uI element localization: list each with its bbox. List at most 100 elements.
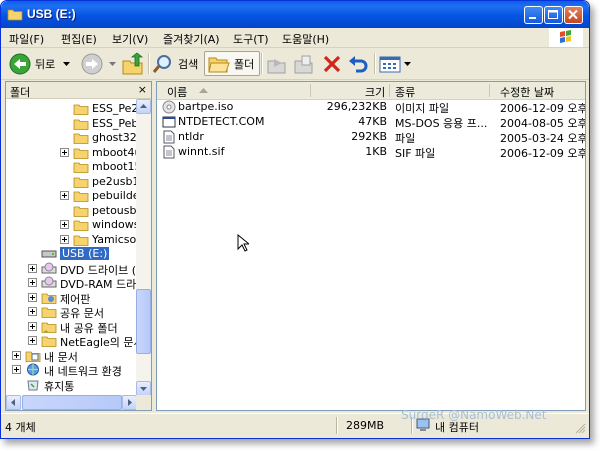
menu-tools[interactable]: 도구(T) — [233, 31, 269, 47]
scroll-down-button[interactable] — [136, 381, 151, 396]
file-modified: 2006-12-09 오후 ... — [500, 147, 586, 160]
tree-item[interactable]: windowss — [6, 217, 137, 232]
tree-item-label: windowss — [92, 218, 137, 231]
status-size: 289MB — [346, 419, 385, 432]
views-button[interactable] — [379, 51, 413, 76]
column-divider[interactable] — [389, 84, 390, 97]
close-button[interactable] — [564, 6, 583, 24]
scroll-left-button[interactable] — [6, 395, 21, 410]
undo-button[interactable] — [347, 51, 369, 76]
tree-item[interactable]: ESS_Pe2U — [6, 101, 137, 116]
file-row[interactable]: bartpe.iso296,232KB이미지 파일2006-12-09 오후 .… — [157, 99, 585, 115]
scroll-thumb[interactable] — [22, 395, 122, 410]
menu-file[interactable]: 파일(F) — [9, 31, 44, 47]
tree-item[interactable]: mboot15 — [6, 159, 137, 174]
tree-item[interactable]: petousb_3 — [6, 203, 137, 218]
folder-icon — [73, 104, 89, 115]
tree-item[interactable]: ghost32-8 — [6, 130, 137, 145]
tree-item[interactable]: pebuilder3 — [6, 188, 137, 203]
menu-view[interactable]: 보기(V) — [112, 31, 148, 47]
search-icon — [152, 54, 171, 73]
explorer-window: USB (E:) 파일(F) 편집(E) 보기(V) 즐겨찾기(A) 도구(T)… — [0, 0, 590, 439]
folders-pane-header: 폴더 × — [6, 82, 151, 99]
column-modified[interactable]: 수정한 날짜 — [500, 84, 554, 100]
toolbar-separator — [261, 53, 263, 74]
expand-icon[interactable] — [12, 365, 21, 374]
menu-edit[interactable]: 편집(E) — [61, 31, 97, 47]
scroll-thumb[interactable] — [136, 289, 151, 354]
tree-item[interactable]: Yamicsoft — [6, 232, 137, 247]
tree-item[interactable]: ESS_Pebu — [6, 116, 137, 131]
tree-item[interactable]: pe2usb10 — [6, 174, 137, 189]
close-icon — [568, 9, 578, 20]
file-type: SIF 파일 — [395, 147, 436, 160]
my-documents-icon — [25, 351, 41, 362]
tree-item[interactable]: 제어판 — [6, 290, 137, 306]
up-folder-button[interactable] — [121, 51, 145, 76]
resize-grip-icon[interactable] — [575, 423, 586, 434]
scroll-right-button[interactable] — [122, 395, 137, 410]
folders-button[interactable]: 폴더 — [204, 51, 261, 76]
status-object-count: 4 개체 — [5, 421, 36, 434]
column-type[interactable]: 종류 — [395, 84, 415, 100]
expand-icon[interactable] — [12, 350, 21, 360]
tree-item[interactable]: DVD-RAM 드라이 — [6, 275, 137, 291]
search-button[interactable]: 검색 — [152, 51, 198, 76]
toolbar-separator — [148, 53, 150, 74]
tree-item-label: mboot15 — [92, 160, 137, 173]
chevron-down-icon[interactable] — [403, 59, 413, 69]
maximize-button[interactable] — [544, 6, 563, 24]
column-divider[interactable] — [310, 84, 311, 97]
folder-icon — [73, 177, 89, 188]
title-bar[interactable]: USB (E:) — [1, 1, 589, 28]
scroll-up-button[interactable] — [136, 99, 151, 114]
tree-item[interactable]: mboot4ufc — [6, 145, 137, 160]
expand-icon[interactable] — [28, 307, 37, 316]
expand-icon[interactable] — [60, 234, 69, 244]
vertical-scrollbar[interactable] — [136, 99, 151, 396]
expand-icon[interactable] — [28, 278, 37, 287]
file-row[interactable]: NTDETECT.COM 47KB MS-DOS 응용 프... 2004-08-05… — [157, 114, 585, 130]
column-divider[interactable] — [489, 84, 490, 97]
tree-item[interactable]: USB (E:) — [6, 246, 137, 261]
menu-help[interactable]: 도움말(H) — [282, 31, 329, 47]
expand-icon[interactable] — [60, 220, 69, 229]
expand-icon[interactable] — [28, 292, 37, 302]
file-row[interactable]: winnt.sif 1KB SIF 파일 2006-12-09 오후 ... — [157, 144, 586, 160]
close-pane-button[interactable]: × — [138, 83, 147, 96]
file-list-pane: 이름 크기 종류 수정한 날짜 bartpe.iso 296,232KB 이미지 파… — [156, 81, 586, 411]
file-row[interactable]: ntldr292KB파일2005-03-24 오후 ... — [157, 129, 585, 145]
tree-item[interactable]: 휴지통 — [6, 377, 137, 393]
expand-icon[interactable] — [28, 321, 37, 331]
tree-item[interactable]: NetEagle의 문서 — [6, 333, 137, 349]
toolbar-separator — [374, 53, 376, 74]
tree-item[interactable]: 공유 문서 — [6, 304, 137, 320]
back-button[interactable]: 뒤로 — [9, 51, 73, 76]
folder-tree: ESS_Pe2UESS_Pebughost32-8mboot4ufcmboot1… — [6, 99, 137, 396]
tree-item-label: mboot4ufc — [92, 145, 137, 159]
tree-item[interactable]: 내 문서 — [6, 348, 137, 364]
toolbar: 뒤로 검색 폴더 — [1, 48, 589, 80]
folder-icon — [7, 9, 23, 21]
dvd-drive-icon — [41, 276, 57, 288]
column-size[interactable]: 크기 — [365, 84, 385, 100]
maximize-icon — [548, 10, 558, 19]
tree-item[interactable]: DVD 드라이브 (L — [6, 261, 137, 277]
tree-item[interactable]: 내 공유 폴더 — [6, 319, 137, 335]
forward-button[interactable] — [81, 51, 119, 76]
delete-button[interactable] — [321, 51, 343, 76]
expand-icon[interactable] — [28, 336, 37, 345]
expand-icon[interactable] — [28, 263, 37, 273]
tree-item[interactable]: 내 네트워크 환경 — [6, 362, 137, 378]
expand-icon[interactable] — [60, 191, 69, 200]
copy-to-button[interactable] — [293, 51, 315, 76]
chevron-down-icon[interactable] — [107, 59, 119, 69]
move-to-button[interactable] — [266, 51, 288, 76]
horizontal-scrollbar[interactable] — [6, 395, 137, 410]
column-name[interactable]: 이름 — [167, 84, 187, 100]
menu-favorites[interactable]: 즐겨찾기(A) — [163, 31, 220, 47]
column-header: 이름 크기 종류 수정한 날짜 — [157, 82, 585, 100]
chevron-down-icon[interactable] — [61, 59, 73, 69]
minimize-button[interactable] — [524, 6, 543, 24]
expand-icon[interactable] — [60, 147, 69, 157]
